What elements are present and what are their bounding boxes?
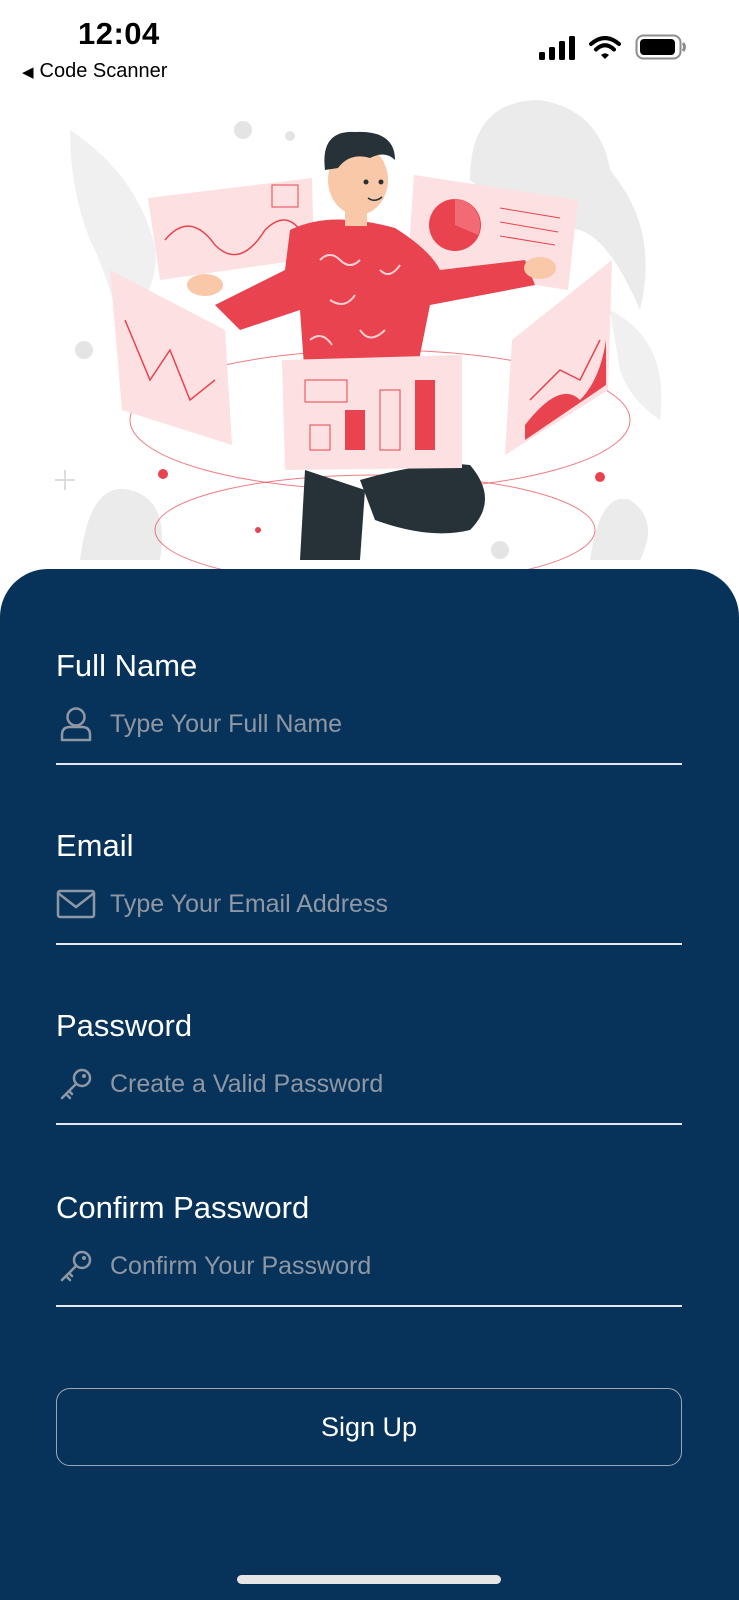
password-row: [56, 1064, 682, 1104]
confirm-password-row: [56, 1246, 682, 1286]
confirm-password-underline: [56, 1305, 682, 1307]
signal-icon: [539, 36, 575, 60]
home-indicator[interactable]: [237, 1575, 501, 1584]
data-dashboard-illustration: [55, 100, 662, 580]
battery-icon: [635, 34, 686, 60]
key-icon: [56, 1246, 96, 1286]
password-label: Password: [56, 1008, 193, 1043]
password-underline: [56, 1123, 682, 1125]
full-name-label: Full Name: [56, 648, 198, 683]
email-row: [56, 884, 682, 924]
wifi-icon: [589, 36, 621, 59]
sign-up-button[interactable]: Sign Up: [56, 1388, 682, 1466]
status-icons: [539, 34, 687, 60]
email-label: Email: [56, 828, 134, 863]
back-arrow-icon: ◀: [22, 63, 34, 81]
status-bar: 12:04 ◀ Code Scanner: [0, 0, 739, 90]
full-name-input[interactable]: [110, 709, 682, 739]
email-underline: [56, 943, 682, 945]
email-field: Email: [56, 828, 682, 948]
user-icon: [56, 704, 96, 744]
password-field: Password: [56, 1008, 682, 1130]
email-input[interactable]: [110, 889, 682, 919]
confirm-password-input[interactable]: [110, 1251, 682, 1281]
full-name-underline: [56, 763, 682, 765]
confirm-password-field: Confirm Password: [56, 1190, 682, 1312]
mail-icon: [56, 884, 96, 924]
key-icon: [56, 1064, 96, 1104]
full-name-field: Full Name: [56, 648, 682, 768]
password-input[interactable]: [110, 1069, 682, 1099]
status-time: 12:04: [78, 16, 160, 51]
confirm-password-label: Confirm Password: [56, 1190, 310, 1225]
full-name-row: [56, 704, 682, 744]
